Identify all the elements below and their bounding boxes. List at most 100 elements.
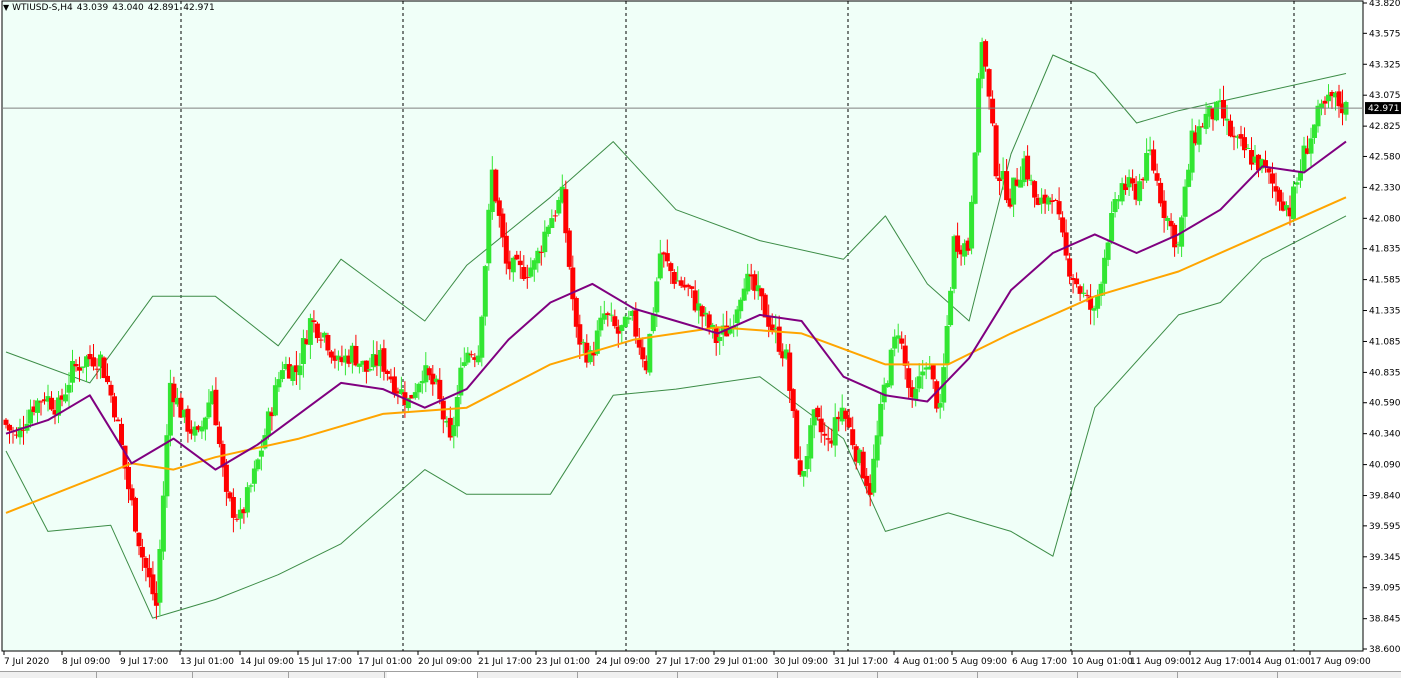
- chart-tab[interactable]: [96, 672, 193, 678]
- candle-bear: [689, 286, 695, 289]
- candle-bear: [787, 352, 793, 391]
- candle-bear: [1158, 182, 1164, 204]
- x-tick-label: 4 Aug 01:00: [894, 657, 949, 667]
- chart-tab[interactable]: [192, 672, 289, 678]
- candle-bear: [1277, 189, 1282, 202]
- x-tick-label: 11 Aug 09:00: [1130, 657, 1191, 667]
- candle-bull: [976, 78, 982, 153]
- candle-bull: [969, 201, 975, 249]
- candle-bull: [801, 471, 807, 477]
- dropdown-triangle-icon[interactable]: ▼: [3, 3, 9, 12]
- x-tick-label: 21 Jul 17:00: [478, 657, 532, 667]
- y-tick-label: 42.580: [1369, 153, 1401, 163]
- candle-bull: [412, 392, 418, 398]
- y-tick-label: 39.595: [1369, 522, 1401, 532]
- candle-bull: [279, 370, 285, 379]
- x-tick-label: 23 Jul 01:00: [536, 657, 590, 667]
- x-tick-label: 17 Aug 09:00: [1310, 657, 1371, 667]
- candle-bear: [1074, 278, 1080, 285]
- candle-bull: [542, 231, 548, 253]
- candle-bear: [1161, 200, 1167, 218]
- candle-bear: [101, 357, 107, 378]
- chart-tab-active[interactable]: [387, 672, 478, 678]
- candle-bull: [703, 312, 709, 315]
- candle-bull: [895, 335, 901, 339]
- chart-tab[interactable]: [777, 672, 878, 678]
- candle-bull: [1245, 148, 1251, 149]
- candle-bull: [1105, 242, 1111, 260]
- candle-bull: [937, 403, 943, 408]
- candle-bear: [664, 253, 670, 262]
- chart-canvas[interactable]: 43.820 43.575 43.325 43.075 42.825 42.580 42.3…: [0, 0, 1401, 677]
- x-tick-label: 20 Jul 09:00: [418, 657, 472, 667]
- candle-bull: [367, 369, 373, 371]
- y-tick-label: 39.840: [1369, 492, 1401, 502]
- candle-bear: [500, 213, 506, 238]
- candle-bear: [314, 323, 320, 339]
- candle-bull: [580, 341, 586, 343]
- candle-bear: [1266, 168, 1272, 173]
- candle-bear: [437, 379, 443, 400]
- candle-bull: [916, 376, 922, 389]
- x-tick-label: 10 Aug 01:00: [1072, 657, 1133, 667]
- candle-bear: [671, 272, 677, 284]
- candle-bear: [325, 335, 331, 351]
- candle-bear: [1063, 232, 1069, 256]
- price-chart[interactable]: 43.820 43.575 43.325 43.075 42.825 42.580 42.3…: [0, 0, 1401, 678]
- x-tick-label: 17 Jul 01:00: [358, 657, 412, 667]
- y-tick-label: 43.575: [1369, 29, 1401, 39]
- x-tick-label: 24 Jul 09:00: [596, 657, 650, 667]
- candle-bear: [524, 276, 530, 278]
- plot-area: [1, 0, 1364, 652]
- candle-bear: [517, 260, 523, 266]
- candle-bear: [993, 125, 999, 177]
- chart-tab[interactable]: [577, 672, 678, 678]
- chart-tab[interactable]: [1177, 672, 1278, 678]
- chart-tab[interactable]: [0, 672, 97, 678]
- candle-bear: [1053, 200, 1059, 201]
- chart-tab[interactable]: [1077, 672, 1178, 678]
- candle-bear: [570, 267, 576, 300]
- chart-tab[interactable]: [977, 672, 1078, 678]
- candle-bull: [1144, 153, 1150, 181]
- candle-bear: [38, 401, 44, 403]
- chart-tab[interactable]: [677, 672, 778, 678]
- candle-bull: [1224, 118, 1230, 121]
- chart-tab[interactable]: [1277, 672, 1401, 678]
- candle-bear: [552, 215, 558, 217]
- candle-bull: [486, 209, 492, 264]
- x-tick-label: 15 Jul 17:00: [298, 657, 352, 667]
- candle-bear: [1151, 149, 1157, 171]
- x-tick-label: 6 Aug 17:00: [1012, 657, 1067, 667]
- y-tick-label: 41.585: [1369, 276, 1401, 286]
- candle-bear: [776, 326, 782, 352]
- candle-bear: [636, 339, 642, 348]
- chart-tab[interactable]: [288, 672, 385, 678]
- y-tick-label: 42.330: [1369, 183, 1401, 193]
- candle-bear: [633, 310, 639, 337]
- candle-bull: [745, 273, 751, 292]
- candle-bear: [94, 368, 100, 370]
- candle-bull: [1214, 101, 1219, 121]
- candle-bull: [1182, 186, 1188, 217]
- y-tick-label: 39.095: [1369, 584, 1401, 594]
- candle-bear: [1322, 100, 1328, 104]
- candle-bull: [647, 333, 653, 373]
- candle-bear: [216, 426, 222, 444]
- candle-bear: [119, 423, 124, 446]
- y-tick-label: 43.820: [1369, 0, 1401, 9]
- candle-bull: [717, 337, 723, 341]
- candle-bear: [699, 306, 705, 317]
- candle-bull: [160, 495, 166, 552]
- candle-bear: [1228, 120, 1233, 137]
- candle-bear: [573, 298, 579, 327]
- chart-tab[interactable]: [877, 672, 978, 678]
- x-tick-label: 30 Jul 09:00: [774, 657, 828, 667]
- x-tick-label: 14 Aug 01:00: [1250, 657, 1311, 667]
- candle-bear: [906, 368, 912, 388]
- candle-bear: [126, 467, 131, 490]
- candle-bull: [1109, 213, 1115, 242]
- x-tick-label: 9 Jul 17:00: [120, 657, 169, 667]
- chart-tab[interactable]: [477, 672, 578, 678]
- candle-bull: [251, 468, 257, 484]
